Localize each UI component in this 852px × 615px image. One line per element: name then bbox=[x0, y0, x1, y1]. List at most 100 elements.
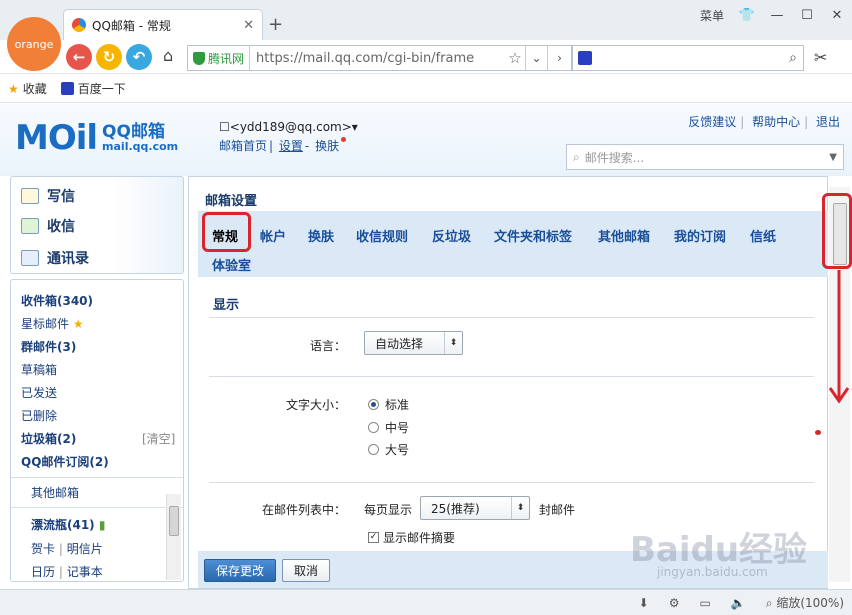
mail-search-input[interactable]: ⌕ 邮件搜索... ▼ bbox=[566, 144, 844, 170]
contacts-button[interactable]: 通讯录 bbox=[21, 248, 89, 268]
receive-icon bbox=[21, 218, 39, 234]
account-email[interactable]: ☐<ydd189@qq.com>▾ bbox=[219, 120, 358, 134]
receive-button[interactable]: 收信 bbox=[21, 216, 75, 236]
chevron-down-icon[interactable]: ▼ bbox=[829, 152, 837, 163]
top-links: 反馈建议 | 帮助中心 | 退出 bbox=[688, 115, 840, 129]
folder-deleted[interactable]: 已删除 bbox=[21, 407, 57, 424]
folder-subscriptions[interactable]: QQ邮件订阅(2) bbox=[21, 453, 109, 470]
baidu-paw-icon bbox=[60, 82, 74, 95]
radio-icon bbox=[368, 444, 379, 455]
browser-logo[interactable]: orange bbox=[7, 17, 61, 71]
undo-close-button[interactable]: ↶ bbox=[126, 44, 152, 70]
url-text[interactable]: https://mail.qq.com/cgi-bin/frame bbox=[250, 51, 505, 66]
back-button[interactable]: ← bbox=[66, 44, 92, 70]
new-tab-button[interactable]: + bbox=[268, 14, 283, 35]
folder-starred[interactable]: 星标邮件 ★ bbox=[21, 315, 84, 332]
folder-sent[interactable]: 已发送 bbox=[21, 384, 57, 401]
folder-other-mailboxes[interactable]: 其他邮箱 bbox=[31, 484, 79, 501]
nav-scrollbar[interactable] bbox=[166, 494, 181, 580]
close-tab-icon[interactable]: ✕ bbox=[243, 18, 254, 33]
annotation-down-arrow-icon bbox=[829, 270, 849, 404]
folder-inbox[interactable]: 收件箱(340) bbox=[21, 292, 93, 309]
divider bbox=[209, 482, 814, 483]
chevron-down-icon: ▾ bbox=[351, 120, 358, 134]
link-feedback[interactable]: 反馈建议 bbox=[688, 115, 736, 129]
folder-drift-bottle[interactable]: 漂流瓶(41) ▮ bbox=[31, 516, 105, 533]
checkbox-checked-icon: ✓ bbox=[368, 532, 379, 543]
skin-icon[interactable]: 👕 bbox=[732, 8, 762, 23]
tab-rules[interactable]: 收信规则 bbox=[356, 226, 408, 245]
maximize-button[interactable]: ☐ bbox=[792, 8, 822, 23]
font-size-medium-radio[interactable]: 中号 bbox=[368, 419, 409, 436]
close-window-button[interactable]: ✕ bbox=[822, 8, 852, 23]
search-icon[interactable]: ⌕ bbox=[789, 50, 797, 66]
baidu-paw-icon bbox=[578, 51, 592, 65]
folder-spam[interactable]: 垃圾箱(2) bbox=[21, 430, 76, 447]
minimize-button[interactable]: — bbox=[762, 8, 792, 23]
cancel-button[interactable]: 取消 bbox=[282, 559, 330, 582]
address-bar[interactable]: 腾讯网 https://mail.qq.com/cgi-bin/frame ☆ … bbox=[187, 45, 572, 71]
language-select[interactable]: 自动选择 ⬍ bbox=[364, 331, 463, 355]
link-mail-home[interactable]: 邮箱首页 bbox=[219, 139, 267, 153]
folder-group[interactable]: 群邮件(3) bbox=[21, 338, 76, 355]
tab-stationery[interactable]: 信纸 bbox=[750, 226, 776, 245]
baidu-watermark-url: jingyan.baidu.com bbox=[657, 565, 768, 579]
link-skin[interactable]: 换肤 bbox=[315, 139, 339, 153]
screenshot-scissors-icon[interactable]: ✂ bbox=[814, 48, 827, 67]
bookmark-star-icon[interactable]: ☆ bbox=[505, 49, 525, 67]
tab-antispam[interactable]: 反垃圾 bbox=[432, 226, 471, 245]
annotation-highlight-tab bbox=[202, 212, 251, 252]
per-page-select[interactable]: 25(推荐) ⬍ bbox=[420, 496, 530, 520]
language-label: 语言： bbox=[309, 339, 346, 353]
divider bbox=[209, 376, 814, 377]
search-icon: ⌕ bbox=[573, 149, 580, 164]
zoom-control[interactable]: ⌕ 缩放(100%) bbox=[766, 594, 844, 611]
tab-folders-labels[interactable]: 文件夹和标签 bbox=[494, 226, 572, 245]
font-size-standard-radio[interactable]: 标准 bbox=[368, 396, 409, 413]
link-greeting-card[interactable]: 贺卡 | 明信片 bbox=[31, 540, 103, 557]
tab-other-mailboxes[interactable]: 其他邮箱 bbox=[598, 226, 650, 245]
settings-gear-icon[interactable]: ⚙ bbox=[669, 596, 680, 610]
compose-button[interactable]: 写信 bbox=[21, 186, 75, 206]
tab-account[interactable]: 帐户 bbox=[260, 226, 286, 245]
per-page-unit: 封邮件 bbox=[539, 503, 576, 517]
notification-dot bbox=[341, 137, 347, 142]
refresh-button[interactable]: ↻ bbox=[96, 44, 122, 70]
annotation-highlight-scrollbar bbox=[822, 193, 852, 269]
download-icon[interactable]: ⬇ bbox=[639, 596, 649, 610]
font-size-large-radio[interactable]: 大号 bbox=[368, 441, 409, 458]
link-logout[interactable]: 退出 bbox=[816, 115, 840, 129]
volume-icon[interactable]: 🔈 bbox=[731, 596, 746, 610]
link-calendar[interactable]: 日历 | 记事本 bbox=[31, 563, 103, 580]
bookmark-baidu[interactable]: 百度一下 bbox=[60, 80, 126, 97]
browser-search-input[interactable]: ⌕ bbox=[572, 45, 804, 71]
window-controls: 菜单 👕 — ☐ ✕ bbox=[692, 0, 852, 30]
forward-icon[interactable]: › bbox=[547, 46, 571, 70]
divider bbox=[209, 317, 814, 318]
bottle-icon: ▮ bbox=[98, 518, 106, 532]
link-settings[interactable]: 设置 bbox=[279, 139, 303, 153]
logo-domain: mail.qq.com bbox=[102, 140, 179, 154]
home-icon[interactable]: ⌂ bbox=[163, 46, 173, 65]
browser-tab[interactable]: QQ邮箱 - 常规 ✕ bbox=[63, 9, 263, 40]
tab-lab[interactable]: 体验室 bbox=[212, 255, 251, 274]
qqmail-logo[interactable]: MOil QQ邮箱 mail.qq.com bbox=[15, 118, 178, 158]
tab-subscriptions[interactable]: 我的订阅 bbox=[674, 226, 726, 245]
font-size-label: 文字大小： bbox=[285, 398, 346, 412]
folder-drafts[interactable]: 草稿箱 bbox=[21, 361, 57, 378]
show-summary-checkbox[interactable]: ✓ 显示邮件摘要 bbox=[368, 529, 455, 546]
contacts-icon bbox=[21, 250, 39, 266]
link-help[interactable]: 帮助中心 bbox=[752, 115, 800, 129]
save-button[interactable]: 保存更改 bbox=[204, 559, 276, 582]
security-cert[interactable]: 腾讯网 bbox=[188, 46, 251, 70]
tab-skin[interactable]: 换肤 bbox=[308, 226, 334, 245]
page-title: 邮箱设置 bbox=[205, 194, 258, 209]
divider bbox=[11, 507, 183, 508]
address-dropdown-icon[interactable]: ⌄ bbox=[525, 46, 547, 70]
bookmark-favorites[interactable]: ★ 收藏 bbox=[8, 80, 47, 97]
section-title: 显示 bbox=[213, 298, 240, 313]
window-icon[interactable]: ▭ bbox=[699, 596, 710, 610]
clean-spam-link[interactable]: [清空] bbox=[142, 430, 175, 447]
divider bbox=[11, 477, 183, 478]
browser-menu-button[interactable]: 菜单 bbox=[692, 7, 732, 24]
